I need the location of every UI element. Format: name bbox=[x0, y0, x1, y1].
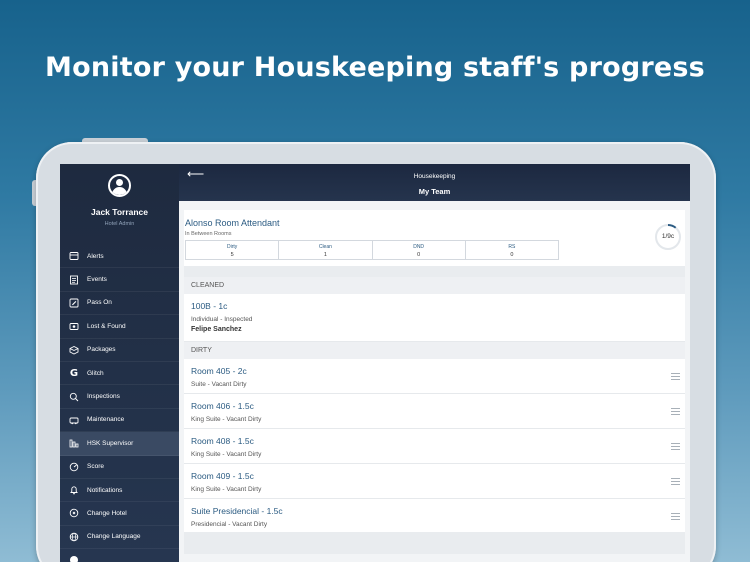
sidebar-item-packages[interactable]: Packages bbox=[60, 339, 179, 362]
room-row[interactable]: 100B - 1c Individual - Inspected Felipe … bbox=[184, 294, 685, 342]
sidebar-item-label: Packages bbox=[87, 346, 116, 354]
room-status: Individual - Inspected bbox=[191, 316, 253, 323]
score-icon bbox=[69, 462, 79, 472]
avatar-icon[interactable] bbox=[108, 174, 131, 197]
sidebar: Jack Torrance Hotel Admin Alerts Events … bbox=[60, 164, 179, 562]
attendant-status: In Between Rooms bbox=[185, 231, 232, 237]
room-title: Room 408 - 1.5c bbox=[191, 436, 254, 446]
sidebar-item-glitch[interactable]: G Glitch bbox=[60, 362, 179, 386]
sidebar-nav: Alerts Events Pass On Lost & Found Packa… bbox=[60, 245, 179, 562]
lost-found-icon bbox=[69, 321, 79, 331]
help-icon bbox=[69, 555, 79, 562]
maintenance-icon bbox=[69, 415, 79, 425]
change-hotel-icon bbox=[69, 508, 79, 518]
stat-value: 5 bbox=[230, 252, 234, 258]
drag-handle-icon[interactable] bbox=[671, 408, 680, 415]
list-footer bbox=[184, 532, 685, 554]
pass-on-icon bbox=[69, 298, 79, 308]
room-status: Suite - Vacant Dirty bbox=[191, 381, 247, 388]
inspections-icon bbox=[69, 392, 79, 402]
hsk-supervisor-icon bbox=[69, 438, 79, 448]
user-role: Hotel Admin bbox=[104, 221, 135, 227]
room-status: King Suite - Vacant Dirty bbox=[191, 451, 262, 458]
room-title: Room 405 - 2c bbox=[191, 366, 247, 376]
sidebar-item-label: Glitch bbox=[87, 369, 104, 377]
room-stats: Dirty 5 Clean 1 DND 0 RS 0 bbox=[185, 240, 559, 260]
room-status: King Suite - Vacant Dirty bbox=[191, 486, 262, 493]
user-name: Jack Torrance bbox=[90, 207, 148, 217]
main-panel: ⟵ Housekeeping My Team Alonso Room Atten… bbox=[179, 164, 690, 562]
stat-value: 0 bbox=[510, 252, 514, 258]
page-title: Housekeeping bbox=[413, 173, 456, 180]
events-icon bbox=[69, 275, 79, 285]
sidebar-item-alerts[interactable]: Alerts bbox=[60, 245, 179, 269]
attendant-name[interactable]: Alonso Room Attendant bbox=[185, 218, 280, 228]
packages-icon bbox=[69, 345, 79, 355]
room-row[interactable]: Suite Presidencial - 1.5c Presidencial -… bbox=[184, 499, 685, 534]
drag-handle-icon[interactable] bbox=[671, 443, 680, 450]
sidebar-item-change-hotel[interactable]: Change Hotel bbox=[60, 502, 179, 526]
sidebar-item-label: Maintenance bbox=[87, 416, 125, 424]
room-title: Room 406 - 1.5c bbox=[191, 401, 254, 411]
stat-dirty: Dirty 5 bbox=[186, 241, 280, 259]
stat-label: DND bbox=[413, 244, 425, 250]
alerts-icon bbox=[69, 251, 79, 261]
sidebar-item-label: Change Hotel bbox=[87, 509, 127, 517]
sidebar-item-label: Notifications bbox=[87, 486, 123, 494]
drag-handle-icon[interactable] bbox=[671, 478, 680, 485]
room-title: Suite Presidencial - 1.5c bbox=[191, 506, 283, 516]
sidebar-item-change-language[interactable]: Change Language bbox=[60, 526, 179, 550]
app-screen: Jack Torrance Hotel Admin Alerts Events … bbox=[60, 164, 690, 562]
room-row[interactable]: Room 405 - 2c Suite - Vacant Dirty bbox=[184, 359, 685, 394]
stat-rs: RS 0 bbox=[466, 241, 558, 259]
sidebar-item-label: Alerts bbox=[87, 252, 104, 260]
stat-label: Clean bbox=[318, 244, 332, 250]
room-status: Presidencial - Vacant Dirty bbox=[191, 521, 268, 528]
room-title: 100B - 1c bbox=[191, 301, 228, 311]
section-header-cleaned: CLEANED bbox=[184, 277, 685, 294]
sidebar-item-label: Lost & Found bbox=[87, 322, 126, 330]
stat-clean: Clean 1 bbox=[279, 241, 373, 259]
room-title: Room 409 - 1.5c bbox=[191, 471, 254, 481]
room-row[interactable]: Room 408 - 1.5c King Suite - Vacant Dirt… bbox=[184, 429, 685, 464]
sidebar-item-pass-on[interactable]: Pass On bbox=[60, 292, 179, 316]
sidebar-item-maintenance[interactable]: Maintenance bbox=[60, 409, 179, 433]
sidebar-item-label: Change Language bbox=[87, 533, 141, 541]
sidebar-item-help[interactable] bbox=[60, 549, 179, 562]
sidebar-item-hsk-supervisor[interactable]: HSK Supervisor bbox=[60, 432, 179, 456]
sidebar-item-inspections[interactable]: Inspections bbox=[60, 385, 179, 409]
progress-label: 1/9c bbox=[661, 233, 675, 240]
headline: Monitor your Houskeeping staff's progres… bbox=[45, 52, 705, 83]
divider bbox=[184, 266, 685, 277]
section-header-dirty: DIRTY bbox=[184, 342, 685, 359]
stat-value: 0 bbox=[417, 252, 421, 258]
sidebar-item-lost-found[interactable]: Lost & Found bbox=[60, 315, 179, 339]
glitch-icon: G bbox=[69, 367, 79, 379]
sidebar-item-label: HSK Supervisor bbox=[87, 439, 134, 447]
drag-handle-icon[interactable] bbox=[671, 513, 680, 520]
room-row[interactable]: Room 409 - 1.5c King Suite - Vacant Dirt… bbox=[184, 464, 685, 499]
sidebar-item-notifications[interactable]: Notifications bbox=[60, 479, 179, 503]
drag-handle-icon[interactable] bbox=[671, 373, 680, 380]
sidebar-item-label: Score bbox=[87, 463, 104, 471]
sidebar-item-score[interactable]: Score bbox=[60, 456, 179, 479]
sidebar-item-label: Pass On bbox=[87, 299, 112, 307]
stat-value: 1 bbox=[323, 252, 327, 258]
room-row[interactable]: Room 406 - 1.5c King Suite - Vacant Dirt… bbox=[184, 394, 685, 429]
room-status: King Suite - Vacant Dirty bbox=[191, 416, 262, 423]
room-staff: Felipe Sanchez bbox=[191, 326, 242, 333]
globe-icon bbox=[69, 532, 79, 542]
stat-label: Dirty bbox=[226, 244, 238, 250]
attendant-card: Alonso Room Attendant In Between Rooms D… bbox=[184, 210, 685, 554]
stat-label: RS bbox=[508, 244, 516, 250]
top-bar: ⟵ Housekeeping My Team bbox=[179, 164, 690, 201]
page-subtitle: My Team bbox=[418, 187, 451, 196]
notifications-icon bbox=[69, 485, 79, 495]
sidebar-item-events[interactable]: Events bbox=[60, 268, 179, 292]
sidebar-item-label: Events bbox=[87, 276, 107, 284]
stat-dnd: DND 0 bbox=[373, 241, 466, 259]
sidebar-item-label: Inspections bbox=[87, 393, 120, 401]
